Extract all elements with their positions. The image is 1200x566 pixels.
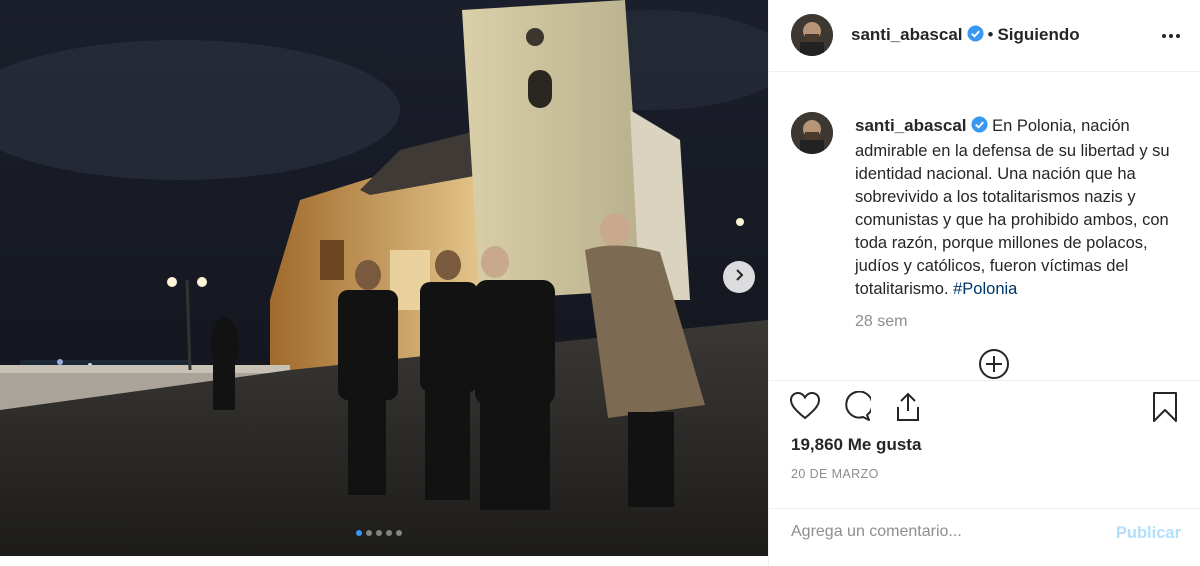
header-user: santi_abascal • Siguiendo <box>851 25 1080 47</box>
heart-icon[interactable] <box>789 391 821 426</box>
caption-body: En Polonia, nación admirable en la defen… <box>855 117 1170 298</box>
caption-text: santi_abascal En Polonia, nación admirab… <box>855 114 1185 301</box>
comment-bar: Publicar <box>769 508 1200 558</box>
comment-icon[interactable] <box>841 390 874 426</box>
post-time-ago: 28 sem <box>855 313 908 330</box>
publish-button[interactable]: Publicar <box>1116 524 1181 543</box>
carousel-dot <box>396 530 402 536</box>
carousel-indicators <box>356 530 402 536</box>
likes-count[interactable]: 19,860 Me gusta <box>791 435 921 455</box>
hashtag-link[interactable]: #Polonia <box>953 280 1017 298</box>
verified-badge-icon <box>970 116 988 140</box>
more-icon[interactable] <box>1161 26 1181 51</box>
post-photo[interactable] <box>0 0 768 556</box>
avatar[interactable] <box>791 112 833 154</box>
post-date: 20 DE MARZO <box>791 467 879 481</box>
comment-input[interactable] <box>791 523 1091 541</box>
carousel-dot <box>376 530 382 536</box>
post-header: santi_abascal • Siguiendo <box>769 0 1200 72</box>
post-side-panel: santi_abascal • Siguiendo santi_abascal En… <box>768 0 1200 566</box>
avatar[interactable] <box>791 14 833 56</box>
share-icon[interactable] <box>893 391 923 428</box>
username-link[interactable]: santi_abascal <box>851 25 963 44</box>
separator: • <box>987 25 994 44</box>
username-link[interactable]: santi_abascal <box>855 116 967 135</box>
action-bar: 19,860 Me gusta 20 DE MARZO <box>769 380 1200 520</box>
chevron-right-icon <box>732 268 746 287</box>
next-photo-button[interactable] <box>723 261 755 293</box>
verified-badge-icon <box>966 25 984 47</box>
night-street-photo <box>0 0 768 556</box>
carousel-dot <box>386 530 392 536</box>
carousel-dot <box>356 530 362 536</box>
following-button[interactable]: Siguiendo <box>997 25 1079 44</box>
carousel-dot <box>366 530 372 536</box>
bookmark-icon[interactable] <box>1151 391 1179 428</box>
